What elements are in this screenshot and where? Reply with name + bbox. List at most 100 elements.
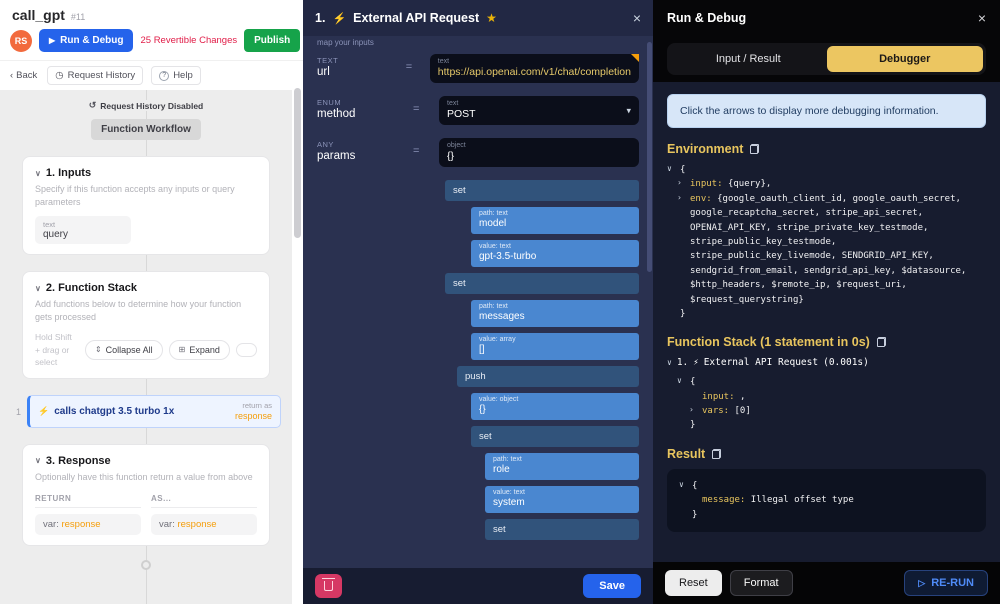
toolbar: RS ▶ Run & Debug 25 Revertible Changes P…: [0, 25, 303, 60]
drag-handle[interactable]: [236, 343, 257, 357]
reset-button[interactable]: Reset: [665, 570, 722, 596]
return-var-chip[interactable]: var: response: [35, 514, 141, 535]
debugger-body: Click the arrows to display more debuggi…: [653, 82, 1000, 562]
rerun-button[interactable]: ▷ RE-RUN: [904, 570, 988, 596]
response-title: 3. Response: [46, 455, 111, 467]
lightning-icon: ⚡: [38, 406, 49, 417]
stack-item-external-api[interactable]: ∨ 1. ⚡ External API Request (0.001s): [667, 357, 986, 368]
chevron-down-icon[interactable]: ∨: [679, 479, 684, 492]
expand-button[interactable]: ⊞ Expand: [169, 340, 230, 360]
help-link[interactable]: ? Help: [151, 66, 201, 85]
run-debug-button[interactable]: ▶ Run & Debug: [39, 29, 133, 52]
chevron-down-icon[interactable]: ∨: [667, 163, 672, 176]
equals-sign: =: [406, 54, 430, 73]
debug-tabs-inner: Input / Result Debugger: [667, 43, 986, 75]
response-description: Optionally have this function return a v…: [35, 471, 257, 484]
version-badge: #11: [71, 12, 85, 22]
copy-icon[interactable]: [750, 144, 759, 154]
set-path-box[interactable]: path: text model: [471, 207, 639, 234]
run-debug-title: Run & Debug: [667, 11, 746, 25]
url-value: https://api.openai.com/v1/chat/completio…: [438, 66, 631, 78]
set-block-header[interactable]: set: [485, 519, 639, 540]
avatar[interactable]: RS: [10, 30, 32, 52]
field-type: ANY: [317, 140, 413, 149]
environment-code: ∨ { › input: {query}, › env: {google_oau…: [667, 163, 986, 321]
result-message-line: message: Illegal offset type: [689, 493, 974, 507]
inputs-section-header[interactable]: ∨ 1. Inputs: [35, 167, 257, 179]
collapse-all-button[interactable]: ⇕ Collapse All: [85, 340, 163, 360]
method-dropdown[interactable]: text POST ▾: [439, 96, 639, 125]
format-button[interactable]: Format: [730, 570, 793, 596]
lightning-icon: ⚡: [693, 358, 698, 368]
back-link[interactable]: ‹ Back: [8, 67, 39, 84]
set-block-header[interactable]: set: [471, 426, 639, 447]
close-icon[interactable]: ×: [633, 10, 641, 26]
middle-scrollbar[interactable]: [647, 42, 652, 272]
stack-row-label: calls chatgpt 3.5 turbo 1x: [54, 406, 174, 417]
tab-debugger[interactable]: Debugger: [827, 46, 984, 72]
chevron-down-icon[interactable]: ∨: [677, 375, 682, 388]
copy-icon[interactable]: [712, 449, 721, 459]
inputs-title: 1. Inputs: [46, 167, 91, 179]
chevron-down-icon: ∨: [35, 284, 41, 293]
favorite-star-icon[interactable]: ★: [486, 11, 497, 25]
function-stack-description: Add functions below to determine how you…: [35, 298, 257, 323]
field-label-params: ANY params: [317, 138, 413, 162]
rerun-label: RE-RUN: [931, 577, 974, 589]
chevron-down-icon: ∨: [35, 456, 41, 465]
input-query-chip[interactable]: text query: [35, 216, 131, 244]
expression-blocks: set path: text model value: text gpt-3.5…: [445, 180, 639, 540]
chevron-right-icon[interactable]: ›: [677, 177, 682, 190]
equals-sign: =: [413, 138, 439, 157]
function-stack-heading: Function Stack (1 statement in 0s): [667, 335, 986, 349]
function-editor-panel: 1. ⚡ External API Request ★ × map your i…: [303, 0, 653, 604]
info-banner: Click the arrows to display more debuggi…: [667, 94, 986, 128]
set-block-header[interactable]: set: [445, 273, 639, 294]
stack-controls: Hold Shift + drag or select ⇕ Collapse A…: [35, 331, 257, 368]
field-name: params: [317, 150, 413, 162]
return-column: RETURN var: response: [35, 494, 141, 535]
function-stack-code: ∨ { input: , › vars: [0] }: [667, 375, 986, 433]
field-name: url: [317, 66, 406, 78]
set-block-header[interactable]: set: [445, 180, 639, 201]
set-value-box[interactable]: value: text system: [485, 486, 639, 513]
revertible-changes-link[interactable]: 25 Revertible Changes: [140, 35, 237, 46]
history-icon: ↺: [89, 100, 97, 111]
publish-button[interactable]: Publish: [244, 29, 300, 52]
return-as-label: return as: [235, 401, 272, 410]
stack-vars-line: › vars: [0]: [689, 404, 986, 418]
collapse-icon: ⇕: [95, 345, 102, 354]
step-number: 1.: [315, 11, 325, 25]
chevron-down-icon: ▾: [626, 105, 631, 116]
set-value-box[interactable]: value: array []: [471, 333, 639, 360]
tab-input-result[interactable]: Input / Result: [670, 46, 827, 72]
request-history-link[interactable]: ◷ Request History: [47, 66, 143, 85]
chevron-right-icon[interactable]: ›: [677, 192, 682, 205]
value-type-label: text: [447, 100, 631, 107]
push-block-header[interactable]: push: [457, 366, 639, 387]
chevron-right-icon[interactable]: ›: [689, 404, 694, 417]
url-input[interactable]: text https://api.openai.com/v1/chat/comp…: [430, 54, 639, 83]
page-title-row: call_gpt #11: [0, 0, 303, 25]
copy-icon[interactable]: [877, 337, 886, 347]
return-as-block: return as response: [235, 401, 272, 422]
function-stack-section-header[interactable]: ∨ 2. Function Stack: [35, 282, 257, 294]
params-input[interactable]: object {}: [439, 138, 639, 167]
return-as-value: response: [235, 411, 272, 422]
as-var-chip[interactable]: var: response: [151, 514, 257, 535]
collapse-all-label: Collapse All: [106, 345, 153, 355]
response-section-header[interactable]: ∨ 3. Response: [35, 455, 257, 467]
close-icon[interactable]: ×: [978, 10, 986, 26]
set-value-box[interactable]: value: text gpt-3.5-turbo: [471, 240, 639, 267]
set-path-box[interactable]: path: text role: [485, 453, 639, 480]
stack-row-call-chatgpt[interactable]: ⚡ calls chatgpt 3.5 turbo 1x return as r…: [27, 395, 281, 428]
set-path-box[interactable]: path: text messages: [471, 300, 639, 327]
delete-button[interactable]: [315, 574, 342, 598]
push-value-box[interactable]: value: object {}: [471, 393, 639, 420]
left-scrollbar[interactable]: [294, 88, 301, 238]
environment-heading: Environment: [667, 142, 986, 156]
lightning-icon: ⚡: [332, 12, 346, 25]
save-button[interactable]: Save: [583, 574, 641, 598]
play-icon: ▶: [49, 36, 55, 45]
run-debug-label: Run & Debug: [60, 35, 123, 46]
